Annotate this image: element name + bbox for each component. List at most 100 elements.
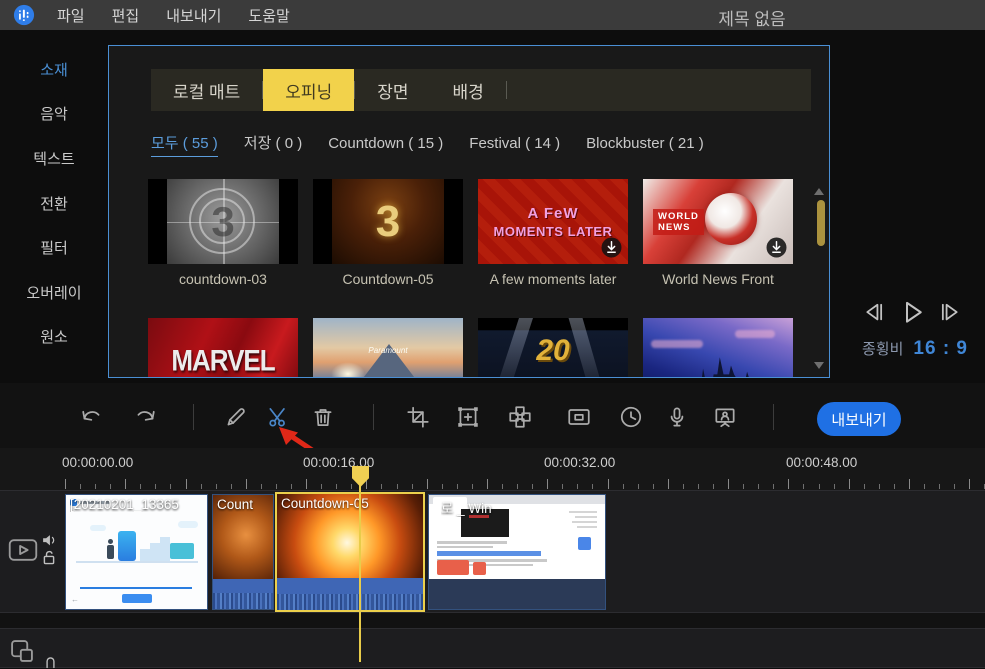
template-thumbnail[interactable]	[643, 318, 793, 378]
template-card-paramount: Paramount	[313, 318, 463, 378]
scrollbar-thumb[interactable]	[817, 200, 825, 246]
timeline-ruler[interactable]: 00:00:00.00 00:00:16.00 00:00:32.00 00:0…	[0, 448, 985, 490]
art-shape	[140, 549, 150, 561]
export-button[interactable]: 내보내기	[817, 402, 901, 436]
sidebar-item-text[interactable]: 텍스트	[0, 136, 108, 181]
screen-record-icon[interactable]	[712, 404, 738, 430]
art-shape: ←	[71, 595, 79, 604]
ruler-tick	[969, 479, 970, 489]
clip-label: Count	[217, 497, 271, 512]
filter-festival[interactable]: Festival ( 14 )	[469, 135, 560, 155]
sidebar-item-transition[interactable]: 전환	[0, 181, 108, 226]
timeline-clip-recording[interactable]: ← [20210201_13365	[65, 494, 208, 610]
template-thumbnail[interactable]: A FeW MOMENTS LATER	[478, 179, 628, 264]
art-shape: 3	[332, 179, 444, 264]
toolbar: 내보내기	[0, 383, 985, 448]
filter-saved[interactable]: 저장 ( 0 )	[244, 132, 302, 156]
ruler-tick	[351, 484, 352, 489]
download-icon[interactable]	[766, 237, 787, 258]
timeline-tracks: ← [20210201_13365 Count Countdown-05	[0, 490, 985, 662]
art-shape	[437, 546, 493, 549]
ruler-tick	[562, 484, 563, 489]
aspect-ratio-value: 16 : 9	[913, 338, 968, 360]
sidebar-item-overlay[interactable]: 오버레이	[0, 270, 108, 315]
menu-export[interactable]: 내보내기	[166, 5, 221, 26]
menu-file[interactable]: 파일	[57, 5, 85, 26]
scroll-down-icon[interactable]	[814, 362, 824, 369]
scroll-up-icon[interactable]	[814, 188, 824, 195]
ruler-tick	[623, 484, 624, 489]
filter-all[interactable]: 모두 ( 55 )	[151, 132, 218, 157]
menu-edit[interactable]: 편집	[112, 5, 140, 26]
toolbar-divider	[773, 404, 774, 430]
ruler-tick	[502, 484, 503, 489]
art-shape: 3	[167, 179, 279, 264]
overlay-track[interactable]	[0, 628, 985, 668]
ruler-tick	[306, 479, 307, 489]
undo-icon[interactable]	[78, 404, 104, 430]
sidebar-item-elements[interactable]: 원소	[0, 315, 108, 360]
sidebar-item-material[interactable]: 소재	[0, 47, 108, 92]
tab-background[interactable]: 배경	[431, 69, 506, 111]
filter-countdown[interactable]: Countdown ( 15 )	[328, 135, 443, 155]
library-panel: 로컬 매트 오피닝 장면 배경 모두 ( 55 ) 저장 ( 0 ) Count…	[108, 45, 830, 378]
timeline-clip-countdown-05-selected[interactable]: Countdown-05	[275, 492, 425, 612]
library-filters: 모두 ( 55 ) 저장 ( 0 ) Countdown ( 15 ) Fest…	[151, 132, 704, 157]
voiceover-mic-icon[interactable]	[664, 404, 690, 430]
art-shape	[170, 543, 194, 559]
template-thumbnail[interactable]: 3	[313, 179, 463, 264]
duration-clock-icon[interactable]	[618, 404, 644, 430]
ruler-tick	[110, 484, 111, 489]
timeline-clip-browser[interactable]: 로 _ Win	[428, 494, 606, 610]
crop-icon[interactable]	[405, 404, 431, 430]
video-track[interactable]: ← [20210201_13365 Count Countdown-05	[0, 490, 985, 613]
ruler-tick	[758, 484, 759, 489]
ruler-timestamp: 00:00:48.00	[786, 455, 857, 470]
unlock-icon[interactable]	[41, 549, 57, 566]
filter-blockbuster[interactable]: Blockbuster ( 21 )	[586, 135, 704, 155]
redo-icon[interactable]	[133, 404, 159, 430]
ruler-tick	[924, 484, 925, 489]
pip-icon[interactable]	[566, 404, 592, 430]
menu-list: 파일 편집 내보내기 도움말	[57, 5, 290, 26]
template-thumbnail[interactable]: WORLD NEWS	[643, 179, 793, 264]
lock-icon[interactable]	[43, 655, 58, 669]
template-name: countdown-03	[148, 271, 298, 287]
sidebar-item-filter[interactable]: 필터	[0, 225, 108, 270]
previous-frame-button[interactable]	[860, 298, 887, 325]
thumbnail-text: MARVEL	[171, 343, 274, 378]
sidebar-item-music[interactable]: 음악	[0, 92, 108, 137]
timeline-clip-countdown[interactable]: Count	[212, 494, 274, 610]
ruler-tick	[246, 479, 247, 489]
template-card-countdown-05: 3 Countdown-05	[313, 179, 463, 287]
template-thumbnail[interactable]: Paramount	[313, 318, 463, 378]
ruler-tick	[683, 484, 684, 489]
template-thumbnail[interactable]: 3	[148, 179, 298, 264]
download-icon[interactable]	[601, 237, 622, 258]
art-shape	[429, 579, 605, 609]
next-frame-button[interactable]	[937, 298, 964, 325]
art-shape: ←	[66, 495, 207, 609]
menu-help[interactable]: 도움말	[248, 5, 289, 26]
overlay-track-icon	[8, 637, 36, 665]
template-thumbnail[interactable]: MARVEL	[148, 318, 298, 378]
tab-opening[interactable]: 오피닝	[263, 69, 354, 111]
audio-waveform	[277, 578, 423, 610]
template-card-fox: 20	[478, 318, 628, 378]
play-button[interactable]	[897, 296, 927, 326]
speaker-icon[interactable]	[41, 532, 58, 548]
toolbar-divider	[373, 404, 374, 430]
ruler-timestamp: 00:00:00.00	[62, 455, 133, 470]
edit-pencil-icon[interactable]	[223, 404, 249, 430]
template-card-castle	[643, 318, 793, 378]
template-thumbnail[interactable]: 20	[478, 318, 628, 378]
aspect-ratio-control[interactable]: 종횡비 16 : 9	[862, 338, 968, 360]
clip-label: 로 _ Win	[441, 497, 603, 517]
mosaic-icon[interactable]	[507, 404, 533, 430]
zoom-frame-icon[interactable]	[455, 404, 481, 430]
art-shape	[437, 551, 541, 556]
tab-scene[interactable]: 장면	[355, 69, 430, 111]
ruler-tick	[698, 484, 699, 489]
tab-local-matte[interactable]: 로컬 매트	[151, 69, 262, 111]
ruler-tick	[472, 484, 473, 489]
